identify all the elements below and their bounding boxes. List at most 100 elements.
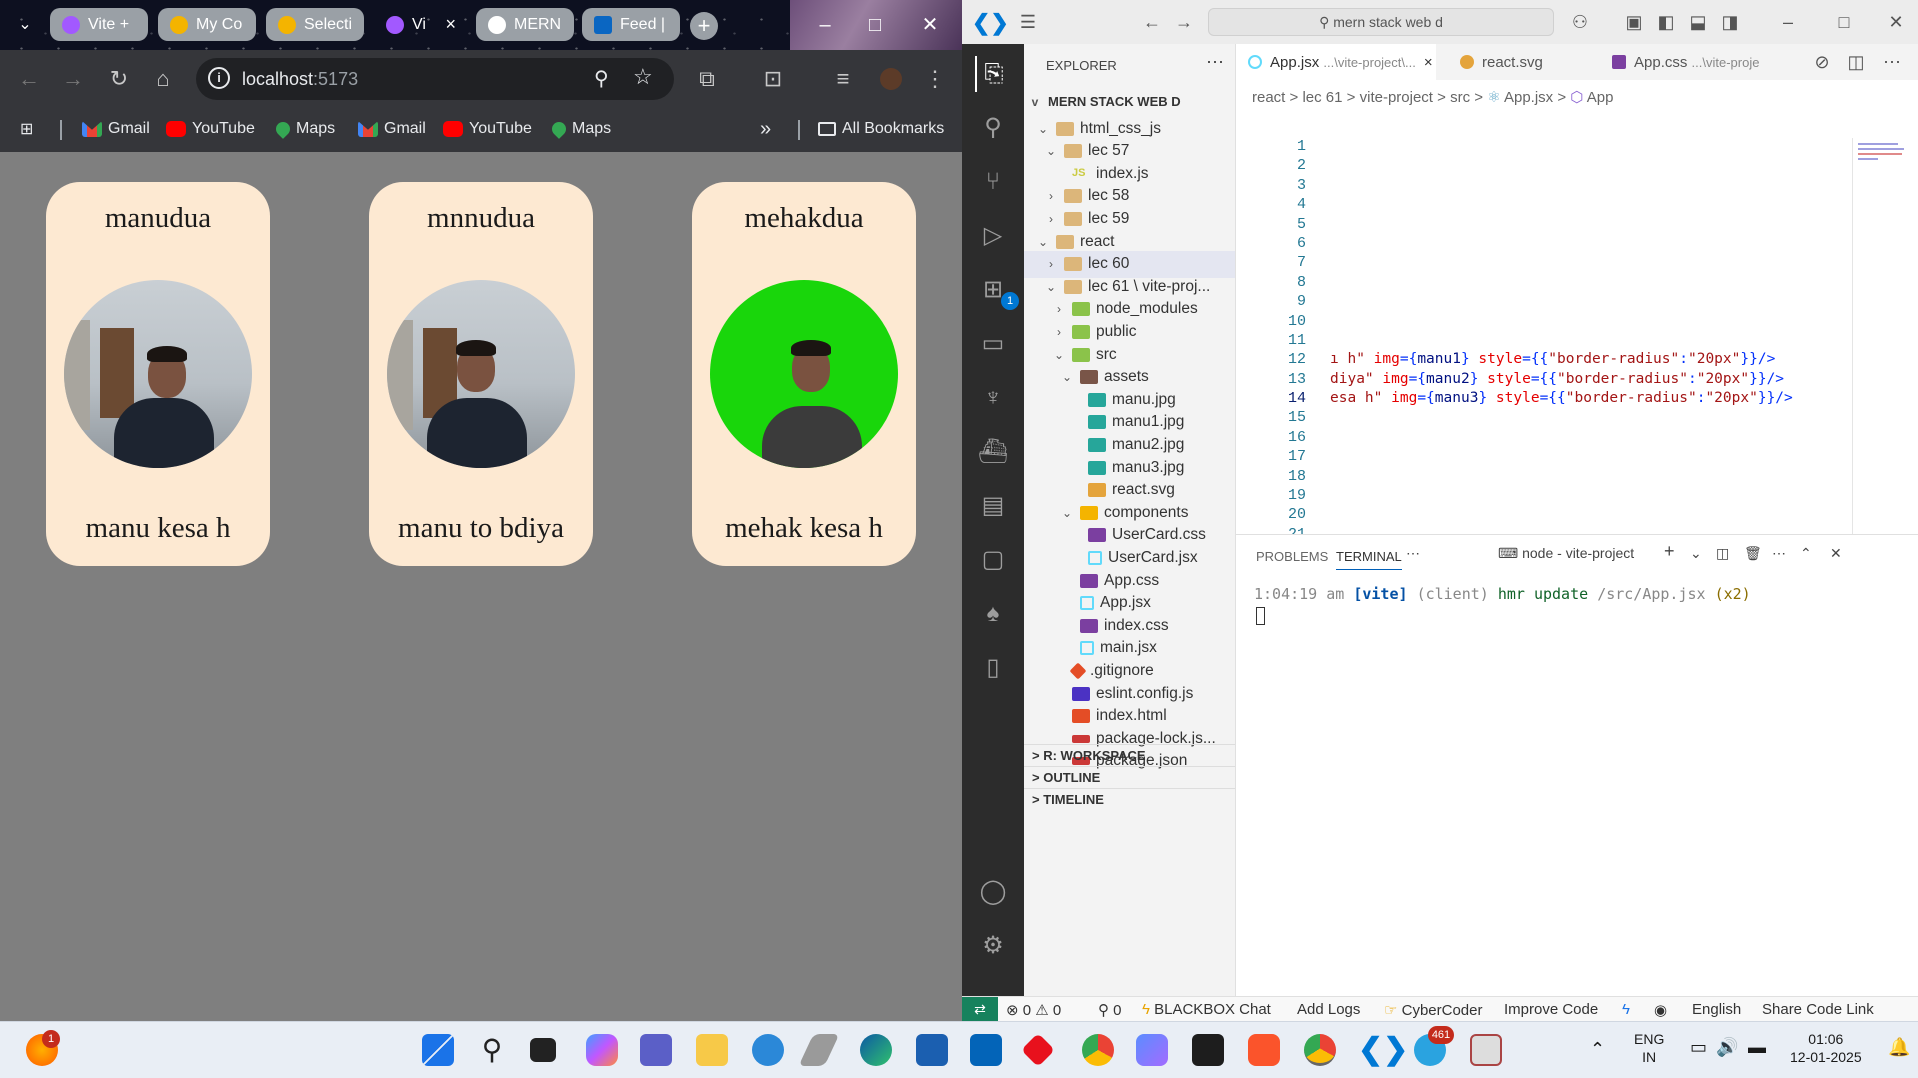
store-icon[interactable]: [916, 1034, 948, 1066]
section-timeline[interactable]: > TIMELINE: [1024, 788, 1235, 810]
language-status[interactable]: English: [1692, 1001, 1741, 1018]
breadcrumb-item[interactable]: App: [1587, 89, 1614, 106]
workspace-root[interactable]: v MERN STACK WEB D: [1024, 88, 1235, 115]
forward-icon[interactable]: →: [1172, 10, 1196, 34]
vscode-icon[interactable]: ❮❯: [1358, 1034, 1408, 1066]
more-panel-icon[interactable]: ⋯: [1406, 545, 1420, 562]
new-terminal-icon[interactable]: +: [1664, 541, 1675, 562]
apps-icon[interactable]: ⊞: [20, 118, 33, 140]
more-actions-icon[interactable]: ⋯: [1772, 545, 1786, 562]
chat-icon[interactable]: ▢: [975, 542, 1011, 578]
section-outline[interactable]: > OUTLINE: [1024, 766, 1235, 788]
split-terminal-icon[interactable]: ◫: [1716, 545, 1729, 562]
run-debug-icon[interactable]: ▷: [975, 218, 1011, 254]
screenshot-icon[interactable]: ⊡: [758, 64, 788, 94]
bookmark-gmail[interactable]: Gmail: [82, 118, 150, 140]
reload-icon[interactable]: ↻: [104, 64, 134, 94]
teams-icon[interactable]: [640, 1034, 672, 1066]
breadcrumb-item[interactable]: vite-project: [1360, 89, 1433, 106]
settings-gear-icon[interactable]: ⚙: [975, 928, 1011, 964]
toggle-sidebar-icon[interactable]: ◧: [1654, 10, 1678, 34]
search-icon[interactable]: ⚲: [975, 110, 1011, 146]
media-control-icon[interactable]: ≡: [828, 64, 858, 94]
editor-tab[interactable]: react.svg: [1448, 44, 1588, 80]
database-icon[interactable]: ▯: [975, 650, 1011, 686]
weather-icon[interactable]: [752, 1034, 784, 1066]
adobe-icon[interactable]: [1192, 1034, 1224, 1066]
close-window-icon[interactable]: ✕: [1884, 10, 1908, 34]
minimap[interactable]: [1858, 140, 1910, 200]
editor-tab[interactable]: App.css ...\vite-proje: [1600, 44, 1800, 80]
layout-icon[interactable]: ▣: [1622, 10, 1646, 34]
language-indicator[interactable]: ENG IN: [1634, 1030, 1664, 1066]
menu-icon[interactable]: ⋮: [920, 64, 950, 94]
improve-code-status[interactable]: Improve Code: [1504, 1001, 1598, 1018]
editor-tab-active[interactable]: App.jsx ...\vite-project\... ×: [1236, 44, 1436, 80]
back-icon[interactable]: ←: [1140, 10, 1164, 34]
home-icon[interactable]: ⌂: [148, 64, 178, 94]
volume-icon[interactable]: 🔊: [1716, 1038, 1738, 1056]
address-bar[interactable]: i localhost:5173 ⚲ ☆: [196, 58, 674, 100]
bookmark-youtube[interactable]: YouTube: [166, 118, 255, 140]
breadcrumb-item[interactable]: react: [1252, 89, 1285, 106]
add-logs-status[interactable]: Add Logs: [1297, 1001, 1360, 1018]
explorer-icon[interactable]: ⎘: [975, 56, 1011, 92]
more-actions-icon[interactable]: ⋯: [1206, 52, 1224, 73]
toggle-secondary-sidebar-icon[interactable]: ◨: [1718, 10, 1742, 34]
chevron-up-icon[interactable]: ⌃: [1590, 1040, 1605, 1058]
tab-problems[interactable]: PROBLEMS: [1256, 549, 1328, 564]
more-actions-icon[interactable]: ⋯: [1880, 50, 1904, 74]
problems-status[interactable]: ⊗ 0 ⚠ 0: [1006, 1001, 1061, 1019]
code-line[interactable]: diya" img={manu2} style={{"border-radius…: [1330, 371, 1784, 387]
copilot-icon[interactable]: [586, 1034, 618, 1066]
breadcrumb-item[interactable]: src: [1450, 89, 1470, 106]
bookmark-gmail[interactable]: Gmail: [358, 118, 426, 140]
maximize-icon[interactable]: □: [1832, 10, 1856, 34]
task-view-icon[interactable]: [530, 1038, 556, 1062]
maximize-icon[interactable]: □: [860, 10, 890, 40]
tab-search-icon[interactable]: ⌄: [10, 10, 40, 40]
browser-tab[interactable]: Vite +: [50, 8, 148, 41]
remote-indicator-icon[interactable]: ⇄: [962, 997, 998, 1022]
mongodb-icon[interactable]: ♠: [975, 596, 1011, 632]
blackbox-chat-status[interactable]: ϟ BLACKBOX Chat: [1142, 1001, 1271, 1018]
brave-icon[interactable]: [1248, 1034, 1280, 1066]
pen-app-icon[interactable]: [798, 1034, 840, 1066]
copilot-icon[interactable]: ⚇: [1568, 10, 1592, 34]
anydesk-icon[interactable]: [1021, 1033, 1055, 1067]
menu-hamburger-icon[interactable]: ☰: [1016, 10, 1040, 34]
notebook-icon[interactable]: ▤: [975, 488, 1011, 524]
chrome-icon[interactable]: [1082, 1034, 1114, 1066]
network-icon[interactable]: ▭: [1690, 1038, 1707, 1056]
bookmark-maps[interactable]: Maps: [273, 118, 335, 140]
split-editor-icon[interactable]: ◫: [1844, 50, 1868, 74]
browser-tab-active[interactable]: Vi ×: [374, 8, 466, 41]
tab-terminal[interactable]: TERMINAL: [1336, 549, 1402, 570]
lightning-icon[interactable]: ϟ: [1622, 1001, 1630, 1018]
code-line[interactable]: ı h" img={manu1} style={{"border-radius"…: [1330, 351, 1775, 367]
source-control-icon[interactable]: ⑂: [975, 164, 1011, 200]
edge-icon[interactable]: [860, 1034, 892, 1066]
trash-icon[interactable]: 🗑: [1744, 545, 1762, 562]
app-icon[interactable]: [1470, 1034, 1502, 1066]
cybercoder-status[interactable]: ☞ CyberCoder: [1384, 1001, 1483, 1019]
bookmark-star-icon[interactable]: ☆: [633, 64, 653, 90]
section-workspace[interactable]: > R: WORKSPACE: [1024, 744, 1235, 766]
breadcrumb-item[interactable]: App.jsx: [1504, 89, 1553, 106]
extensions-icon[interactable]: ⊞ 1: [975, 272, 1019, 310]
close-tab-icon[interactable]: ×: [1424, 54, 1433, 71]
terminal-cursor[interactable]: [1256, 607, 1265, 625]
forward-icon[interactable]: →: [58, 64, 88, 94]
file-explorer-icon[interactable]: [696, 1034, 728, 1066]
battery-icon[interactable]: ▬: [1748, 1038, 1766, 1056]
terminal-selector[interactable]: ⌨ node - vite-project: [1498, 545, 1634, 562]
browser-tab[interactable]: Selecti: [266, 8, 364, 41]
bookmark-maps[interactable]: Maps: [549, 118, 611, 140]
browser-tab[interactable]: My Co: [158, 8, 256, 41]
no-preview-icon[interactable]: ⊘: [1810, 50, 1834, 74]
minimize-icon[interactable]: –: [1776, 10, 1800, 34]
notifications-icon[interactable]: 🔔: [1888, 1038, 1910, 1056]
more-bookmarks-icon[interactable]: »: [760, 118, 771, 140]
app-icon[interactable]: [1136, 1034, 1168, 1066]
close-window-icon[interactable]: ✕: [915, 10, 945, 40]
